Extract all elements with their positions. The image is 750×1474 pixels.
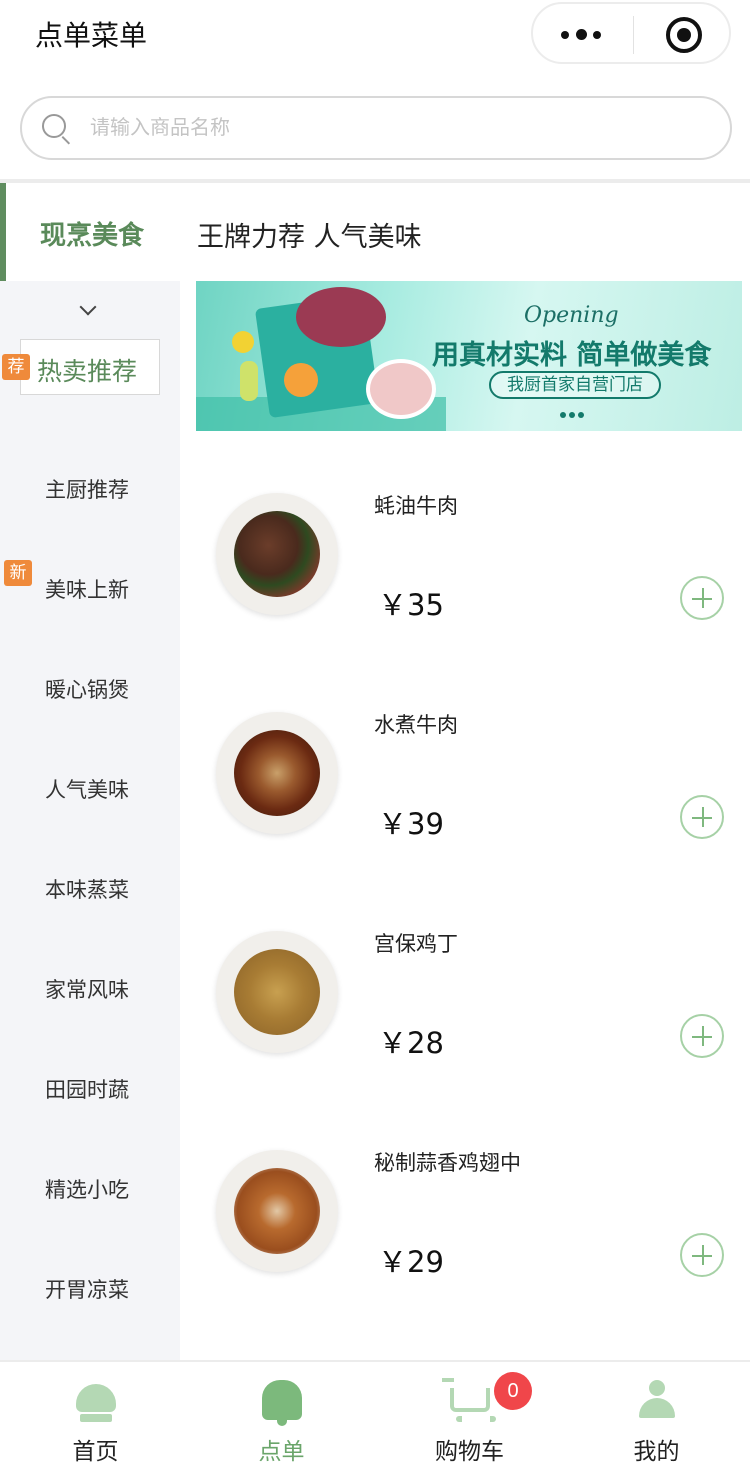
- sidebar-item-label: 开胃凉菜: [45, 1278, 129, 1302]
- dish-name: 秘制蒜香鸡翅中: [374, 1151, 521, 1175]
- sidebar-item-label: 热卖推荐: [37, 357, 138, 386]
- vase-graphic: [240, 361, 258, 401]
- dish-card[interactable]: 水煮牛肉 ￥39: [196, 679, 750, 879]
- dish-card[interactable]: 秘制蒜香鸡翅中 ￥29: [196, 1117, 750, 1317]
- banner-store-label: 我厨首家自营门店: [489, 371, 661, 399]
- dish-name: 蚝油牛肉: [374, 494, 458, 518]
- sidebar-item-hotpot[interactable]: 暖心锅煲: [0, 658, 180, 718]
- sidebar-item-label: 暖心锅煲: [45, 678, 129, 702]
- search-bar[interactable]: [20, 96, 732, 160]
- sidebar-item-steamed[interactable]: 本味蒸菜: [0, 858, 180, 918]
- page-title: 点单菜单: [35, 19, 148, 52]
- sidebar-item-new-taste[interactable]: 新 美味上新: [0, 558, 180, 618]
- chef-hat-icon: [76, 1384, 116, 1422]
- dish-image: [216, 931, 338, 1053]
- banner-headline: 用真材实料 简单做美食: [432, 340, 712, 371]
- dish-image: [216, 1150, 338, 1272]
- promo-banner[interactable]: Opening 用真材实料 简单做美食 我厨首家自营门店: [196, 281, 742, 431]
- sidebar-item-label: 家常风味: [45, 978, 129, 1002]
- search-input[interactable]: [90, 110, 690, 146]
- section-title: 王牌力荐 人气美味: [197, 222, 422, 253]
- sidebar-heading-label: 现烹美食: [40, 221, 145, 251]
- cart-icon: [442, 1378, 496, 1422]
- tab-order[interactable]: 点单: [188, 1362, 375, 1474]
- capsule-divider: [633, 16, 634, 54]
- dish-price: ￥29: [378, 1245, 444, 1279]
- recommend-tag: 荐: [2, 354, 30, 380]
- close-target-icon[interactable]: [666, 17, 702, 53]
- sidebar-item-label: 精选小吃: [45, 1178, 129, 1202]
- sidebar-heading[interactable]: 现烹美食: [0, 183, 180, 281]
- dish-card[interactable]: 宫保鸡丁 ￥28: [196, 898, 750, 1098]
- tab-label: 首页: [72, 1439, 119, 1465]
- dish-name: 水煮牛肉: [374, 713, 458, 737]
- sidebar-item-hot-recommend[interactable]: 荐 热卖推荐: [0, 339, 180, 399]
- dish-name: 宫保鸡丁: [374, 932, 458, 956]
- add-to-cart-button[interactable]: [680, 1014, 724, 1058]
- add-to-cart-button[interactable]: [680, 576, 724, 620]
- banner-pager-dots: [560, 403, 587, 422]
- bell-icon: [262, 1380, 302, 1426]
- more-options-icon[interactable]: [561, 27, 605, 41]
- add-to-cart-button[interactable]: [680, 795, 724, 839]
- sidebar-item-label: 主厨推荐: [45, 478, 129, 502]
- person-icon: [637, 1380, 677, 1420]
- sidebar-item-cold-dishes[interactable]: 开胃凉菜: [0, 1258, 180, 1318]
- dish-price: ￥28: [378, 1026, 444, 1060]
- sidebar-item-chef-recommend[interactable]: 主厨推荐: [0, 458, 180, 518]
- tab-profile[interactable]: 我的: [563, 1362, 750, 1474]
- cake-plate-graphic: [366, 359, 436, 419]
- bottom-tab-bar: 首页 点单 购物车 我的: [0, 1360, 750, 1474]
- dish-price: ￥35: [378, 588, 444, 622]
- sidebar-item-label: 美味上新: [45, 578, 129, 602]
- fruit-basket-graphic: [296, 287, 386, 347]
- sidebar-item-vegetables[interactable]: 田园时蔬: [0, 1058, 180, 1118]
- dish-price: ￥39: [378, 807, 444, 841]
- search-icon: [42, 114, 66, 138]
- sidebar-item-popular[interactable]: 人气美味: [0, 758, 180, 818]
- sidebar-item-snacks[interactable]: 精选小吃: [0, 1158, 180, 1218]
- cart-count-badge: 0: [494, 1372, 532, 1410]
- mini-program-capsule: [531, 2, 731, 64]
- tab-label: 点单: [258, 1439, 305, 1465]
- orange-graphic: [284, 363, 318, 397]
- banner-script-text: Opening: [524, 303, 619, 328]
- chevron-down-icon[interactable]: [79, 298, 97, 316]
- add-to-cart-button[interactable]: [680, 1233, 724, 1277]
- category-sidebar: 现烹美食 荐 热卖推荐 主厨推荐 新 美味上新 暖心锅煲 人气美味 本味蒸菜 家…: [0, 183, 180, 1360]
- top-bar: 点单菜单: [0, 0, 750, 70]
- tab-home[interactable]: 首页: [2, 1362, 189, 1474]
- sidebar-item-home-style[interactable]: 家常风味: [0, 958, 180, 1018]
- sidebar-item-label: 田园时蔬: [45, 1078, 129, 1102]
- tab-label: 我的: [633, 1439, 680, 1465]
- tab-label: 购物车: [435, 1439, 504, 1465]
- sidebar-item-label: 人气美味: [45, 778, 129, 802]
- dish-card[interactable]: 蚝油牛肉 ￥35: [196, 460, 750, 660]
- new-tag: 新: [4, 560, 32, 586]
- flower-graphic: [232, 331, 254, 353]
- dish-image: [216, 712, 338, 834]
- dish-image: [216, 493, 338, 615]
- sidebar-item-label: 本味蒸菜: [45, 878, 129, 902]
- tab-cart[interactable]: 购物车: [376, 1362, 563, 1474]
